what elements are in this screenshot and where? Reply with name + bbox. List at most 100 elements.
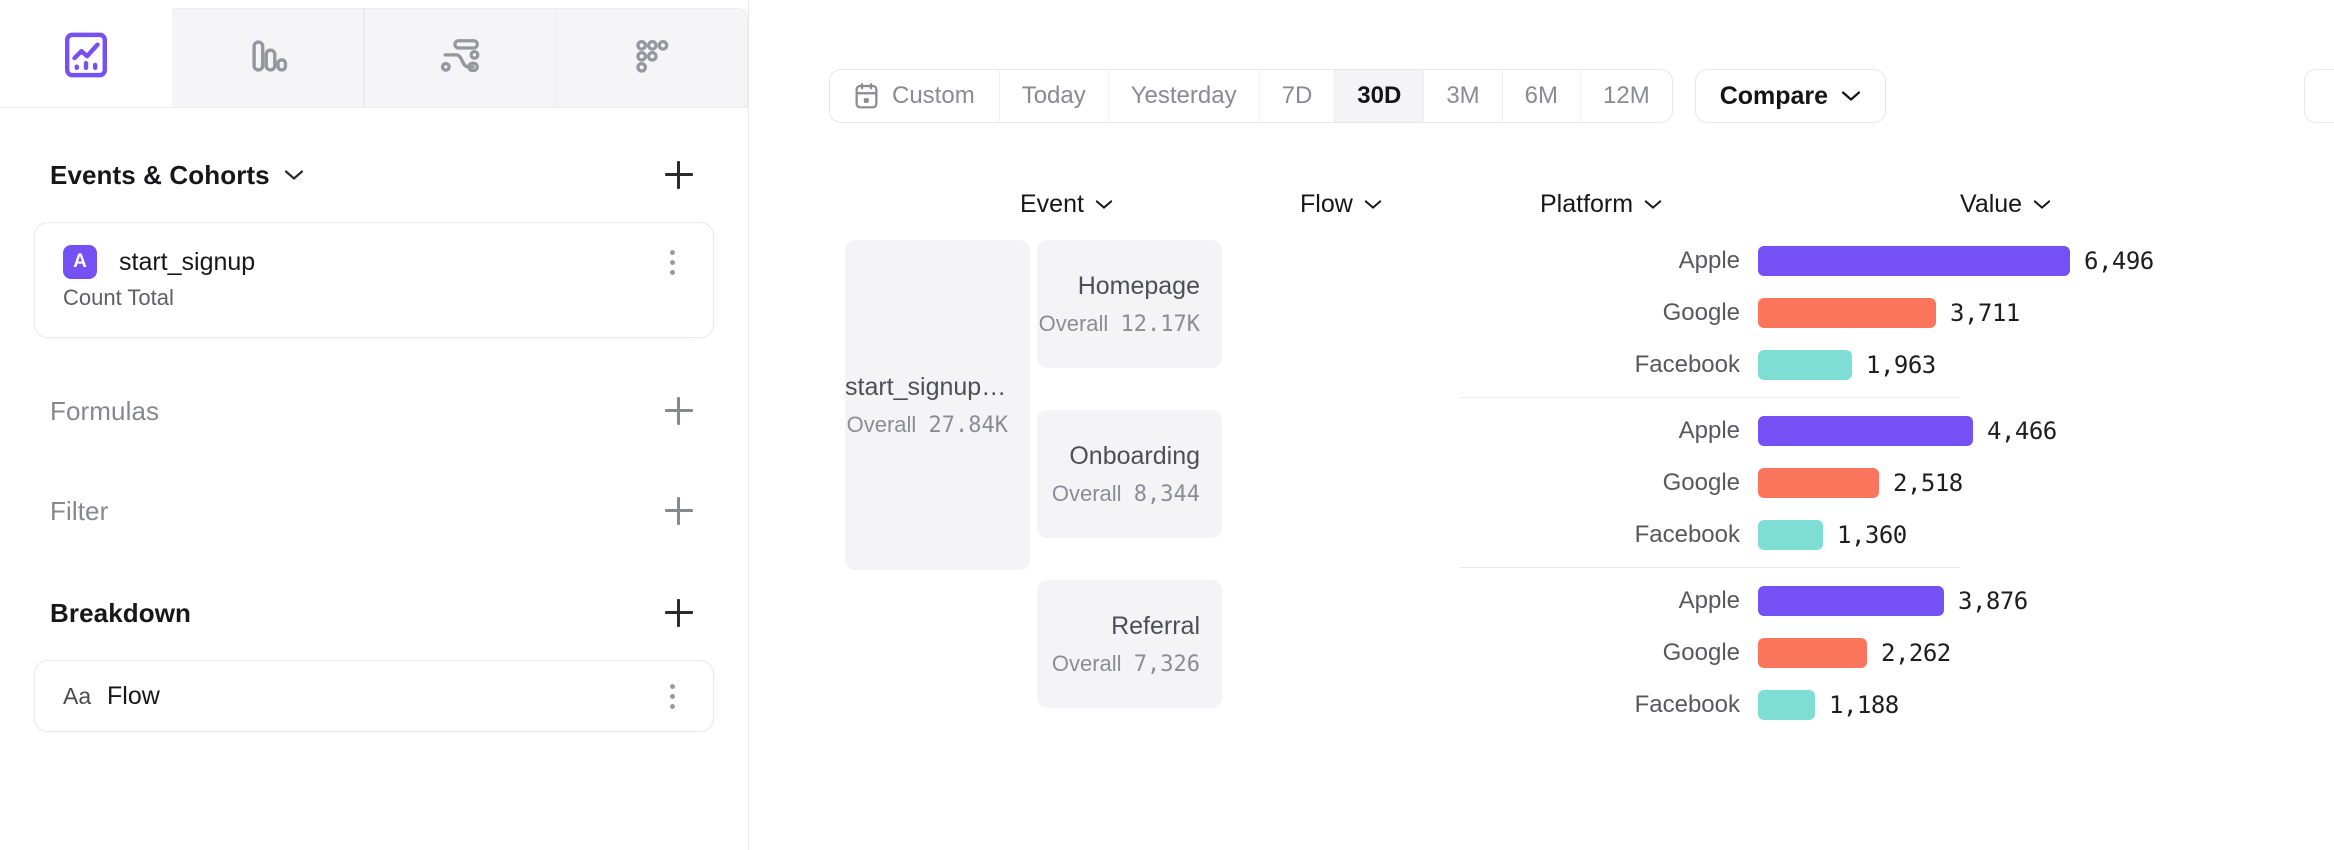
value-bar[interactable] [1758,416,1973,446]
block-overall: Overall 27.84K [846,411,1008,438]
date-range-12m[interactable]: 12M [1581,70,1672,122]
chevron-down-icon [1095,199,1113,210]
column-header-value[interactable]: Value [1960,190,2051,219]
view-type-tabs [0,0,748,108]
block-title: start_signup -... [845,372,1008,401]
bar-value-label: 3,876 [1958,587,2028,615]
formulas-header: Formulas [0,394,748,428]
flow-icon [438,35,482,82]
bar-track: 2,262 [1758,638,1951,668]
tab-insights[interactable] [0,8,172,107]
filter-header: Filter [0,494,748,528]
compare-button[interactable]: Compare [1694,69,1887,123]
bar-value-label: 3,711 [1950,299,2020,327]
bar-value-label: 2,262 [1881,639,1951,667]
bar-track: 6,496 [1758,246,2154,276]
value-bar[interactable] [1758,350,1852,380]
compare-label: Compare [1719,81,1829,110]
date-range-6m[interactable]: 6M [1502,70,1581,122]
bar-group-referral: Apple 3,876 Google 2,262 Facebook 1,188 [1430,575,2028,731]
event-measure: Count Total [63,285,174,310]
block-title: Onboarding [1069,441,1200,470]
chevron-down-icon [1644,199,1662,210]
bar-track: 4,466 [1758,416,2057,446]
value-bar[interactable] [1758,520,1823,550]
date-range-today[interactable]: Today [999,70,1109,122]
breakdown-title: Breakdown [50,598,191,629]
event-card-start-signup[interactable]: A start_signup Count Total [34,222,714,338]
bar-track: 3,876 [1758,586,2028,616]
flow-block-referral[interactable]: Referral Overall 7,326 [1037,580,1222,708]
add-breakdown-button[interactable] [662,596,696,630]
date-range-yesterday[interactable]: Yesterday [1108,70,1260,122]
bar-row: Google 2,518 [1430,457,1963,509]
platform-label: Google [1662,299,1740,326]
bar-value-label: 1,360 [1837,521,1907,549]
block-title: Homepage [1077,271,1200,300]
value-bar[interactable] [1758,638,1867,668]
bar-row: Facebook 1,963 [1430,339,1955,391]
breakdown-card-flow[interactable]: Aa Flow [34,660,714,732]
bar-track: 3,711 [1758,298,2020,328]
flow-block-homepage[interactable]: Homepage Overall 12.17K [1037,240,1222,368]
text-type-icon: Aa [63,682,92,709]
value-bar[interactable] [1758,468,1879,498]
bar-value-label: 2,518 [1893,469,1963,497]
breakdown-label: Breakdown [50,597,192,628]
value-bar[interactable] [1758,586,1944,616]
toolbar-overflow-button[interactable] [2304,69,2334,123]
calendar-icon [854,82,879,110]
tab-retention[interactable] [556,8,748,107]
block-overall: Overall 12.17K [1038,310,1200,337]
bar-value-label: 4,466 [1987,417,2057,445]
block-title: Referral [1111,611,1200,640]
event-letter-badge: A [63,245,97,279]
sidebar: Events & Cohorts A start_signup Count To… [0,0,749,850]
bar-track: 1,188 [1758,690,1899,720]
add-event-button[interactable] [662,158,696,192]
date-range-custom-label: Custom [892,82,975,109]
platform-label: Google [1662,469,1740,496]
block-overall: Overall 7,326 [1051,650,1200,677]
event-name: start_signup [119,247,256,276]
column-header-label: Platform [1540,190,1634,218]
group-divider [1460,567,1960,568]
platform-label: Facebook [1634,351,1740,378]
block-overall: Overall 8,344 [1051,480,1200,507]
line-chart-icon [63,30,109,85]
chevron-down-icon [1364,199,1382,210]
events-cohorts-label: Events & Cohorts [50,159,270,190]
bar-track: 1,963 [1758,350,1936,380]
events-cohorts-title[interactable]: Events & Cohorts [50,160,304,191]
date-range-segmented-control: Custom Today Yesterday 7D 30D 3M 6M 12M [829,69,1673,123]
add-formula-button[interactable] [662,394,696,428]
column-header-label: Value [1960,190,2023,218]
date-range-30d[interactable]: 30D [1335,70,1425,122]
formulas-title: Formulas [50,396,159,427]
platform-label: Facebook [1634,691,1740,718]
date-range-custom[interactable]: Custom [830,70,1000,122]
bar-track: 2,518 [1758,468,1963,498]
bar-row: Apple 4,466 [1430,405,2057,457]
event-card-menu-icon[interactable] [659,245,685,279]
main-content: Custom Today Yesterday 7D 30D 3M 6M 12M … [749,0,2334,850]
breakdown-card-menu-icon[interactable] [659,679,685,713]
column-header-event[interactable]: Event [1020,190,1113,219]
flow-block-onboarding[interactable]: Onboarding Overall 8,344 [1037,410,1222,538]
bar-group-onboarding: Apple 4,466 Google 2,518 Facebook 1,360 [1430,405,2057,561]
filter-label: Filter [50,495,109,526]
date-range-3m[interactable]: 3M [1424,70,1503,122]
breakdown-header: Breakdown [0,596,748,630]
value-bar[interactable] [1758,246,2070,276]
tab-funnels[interactable] [172,8,364,107]
add-filter-button[interactable] [662,494,696,528]
value-bar[interactable] [1758,298,1936,328]
tab-flows[interactable] [364,8,556,107]
date-range-7d[interactable]: 7D [1259,70,1336,122]
event-block-start-signup[interactable]: start_signup -... Overall 27.84K [845,240,1030,570]
column-header-platform[interactable]: Platform [1540,190,1662,219]
value-bar[interactable] [1758,690,1815,720]
filter-title: Filter [50,496,108,527]
column-header-flow[interactable]: Flow [1300,190,1382,219]
flow-breakdown-chart: start_signup -... Overall 27.84K Homepage O… [749,230,2334,850]
